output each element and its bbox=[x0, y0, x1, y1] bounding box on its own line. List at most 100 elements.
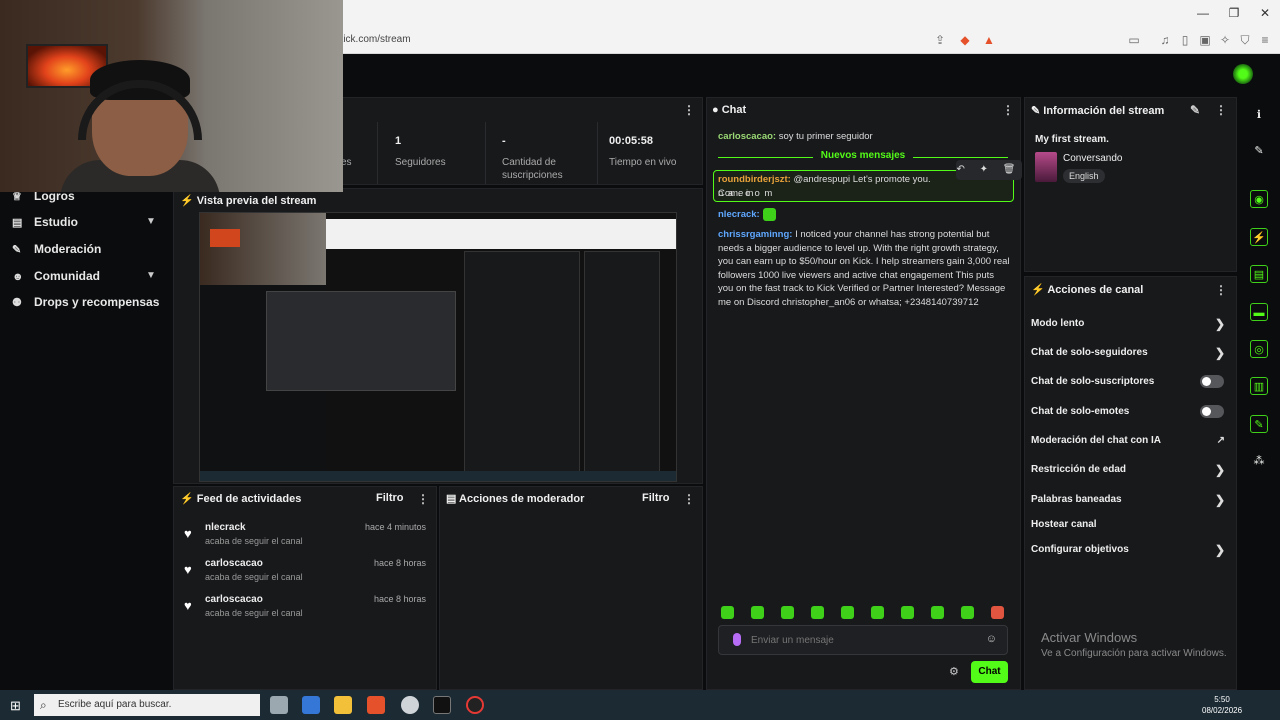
chat-username[interactable]: nlecrack: bbox=[718, 209, 760, 220]
emote-icon[interactable] bbox=[991, 606, 1004, 619]
chat-username[interactable]: chrissrgaminng: bbox=[718, 229, 792, 240]
emote-icon[interactable] bbox=[961, 606, 974, 619]
info-icon[interactable]: ℹ bbox=[1250, 106, 1268, 124]
broadcast-icon[interactable]: ◎ bbox=[1250, 340, 1268, 358]
document-icon[interactable]: ▤ bbox=[1250, 265, 1268, 283]
music-icon[interactable]: ♫ bbox=[1157, 32, 1173, 48]
feed-user[interactable]: nlecrack bbox=[205, 522, 246, 533]
brave-icon[interactable] bbox=[367, 696, 385, 714]
heart-icon: ♥ bbox=[184, 562, 192, 577]
sidebar-item-estudio[interactable]: ▤ Estudio bbox=[12, 212, 78, 232]
channel-actions-menu-icon[interactable]: ⋮ bbox=[1215, 284, 1227, 296]
chat-menu-icon[interactable]: ⋮ bbox=[1002, 104, 1014, 116]
leo-icon[interactable]: ✧ bbox=[1217, 32, 1233, 48]
chat-input-box[interactable]: ☺ bbox=[718, 625, 1008, 655]
clock-date: 08/02/2026 bbox=[1202, 706, 1243, 715]
share-icon[interactable]: ⇪ bbox=[932, 32, 948, 48]
close-button[interactable]: ✕ bbox=[1250, 4, 1280, 22]
lightning-icon[interactable]: ⚡ bbox=[1250, 228, 1268, 246]
subs-only-toggle[interactable] bbox=[1200, 375, 1224, 388]
emote-icon[interactable] bbox=[871, 606, 884, 619]
sidebar-item-comunidad[interactable]: ☻ Comunidad bbox=[12, 266, 100, 286]
action-slow-mode[interactable]: Modo lento ❯ bbox=[1031, 316, 1231, 332]
task-view-icon[interactable] bbox=[270, 696, 288, 714]
camera-icon[interactable]: ◉ bbox=[1250, 190, 1268, 208]
obs-icon[interactable] bbox=[466, 696, 484, 714]
reader-icon[interactable]: ▭ bbox=[1126, 32, 1142, 48]
divider bbox=[597, 122, 598, 184]
taskbar-search[interactable]: Escribe aquí para buscar. bbox=[34, 694, 260, 716]
action-ai-moderation[interactable]: Moderación del chat con IA ↗ bbox=[1031, 433, 1231, 449]
message-tools[interactable]: ↶ ✦ 🗑 bbox=[956, 160, 1022, 180]
category-name[interactable]: Conversando bbox=[1063, 153, 1122, 164]
stats-menu-icon[interactable]: ⋮ bbox=[683, 104, 695, 116]
chevron-down-icon[interactable]: ▼ bbox=[146, 216, 156, 227]
windows-start-icon[interactable]: ⊞ bbox=[10, 698, 21, 714]
emote-icon[interactable] bbox=[721, 606, 734, 619]
stream-info-menu-icon[interactable]: ⋮ bbox=[1215, 104, 1227, 116]
studio-icon: ▤ bbox=[12, 217, 23, 229]
divider bbox=[377, 122, 378, 184]
mod-menu-icon[interactable]: ⋮ bbox=[683, 493, 695, 505]
edit-icon[interactable]: ✎ bbox=[1250, 142, 1268, 160]
address-bar[interactable]: d.kick.com/stream bbox=[330, 30, 1010, 50]
feed-action: acaba de seguir el canal bbox=[205, 536, 303, 546]
feed-time: hace 8 horas bbox=[373, 594, 426, 604]
minimize-button[interactable]: — bbox=[1188, 4, 1218, 22]
settings-app-icon[interactable] bbox=[401, 696, 419, 714]
game-app-icon[interactable] bbox=[433, 696, 451, 714]
category-thumbnail[interactable] bbox=[1035, 152, 1057, 182]
avatar[interactable] bbox=[1233, 64, 1253, 84]
feed-menu-icon[interactable]: ⋮ bbox=[417, 493, 429, 505]
action-label: Chat de solo-suscriptores bbox=[1031, 376, 1155, 387]
action-goals[interactable]: Configurar objetivos ❯ bbox=[1031, 542, 1231, 558]
gear-icon[interactable]: ⚙ bbox=[949, 665, 959, 678]
community-icon[interactable]: ⁂ bbox=[1250, 452, 1268, 470]
chat-text: I noticed your channel has strong potent… bbox=[718, 229, 1010, 308]
chat-username[interactable]: carloscacao: bbox=[718, 131, 776, 142]
chat-bubble-icon[interactable]: ▬ bbox=[1250, 303, 1268, 321]
maximize-button[interactable]: ❐ bbox=[1219, 4, 1249, 22]
brave-shield-icon[interactable]: ◆ bbox=[957, 32, 973, 48]
action-age-restriction[interactable]: Restricción de edad ❯ bbox=[1031, 462, 1231, 478]
pencil-icon[interactable]: ✎ bbox=[1190, 104, 1200, 116]
file-explorer-icon[interactable] bbox=[334, 696, 352, 714]
vpn-icon[interactable]: ⛉ bbox=[1237, 32, 1253, 48]
channel-actions-panel bbox=[1024, 276, 1237, 690]
action-banned-words[interactable]: Palabras baneadas ❯ bbox=[1031, 492, 1231, 508]
chat-send-button[interactable]: Chat bbox=[971, 661, 1008, 683]
chevron-down-icon[interactable]: ▼ bbox=[146, 270, 156, 281]
taskbar-clock[interactable]: 5:50 08/02/2026 bbox=[1202, 694, 1242, 716]
edge-icon[interactable] bbox=[302, 696, 320, 714]
emote-icon[interactable] bbox=[901, 606, 914, 619]
mod-filter-button[interactable]: Filtro bbox=[642, 492, 670, 504]
emote-icon[interactable] bbox=[781, 606, 794, 619]
stream-preview-video[interactable] bbox=[199, 212, 677, 482]
sidebar-toggle-icon[interactable]: ▯ bbox=[1177, 32, 1193, 48]
windows-taskbar: ⊞ Escribe aquí para buscar. bbox=[0, 690, 1280, 720]
list-item: ♥ carloscacao acaba de seguir el canal h… bbox=[184, 594, 434, 626]
wallet-icon[interactable]: ▣ bbox=[1197, 32, 1213, 48]
preview-title: ⚡ Vista previa del stream bbox=[180, 195, 317, 207]
chat-username[interactable]: roundbirderjszt: bbox=[718, 174, 791, 185]
chat-input[interactable] bbox=[751, 633, 971, 648]
feed-user[interactable]: carloscacao bbox=[205, 558, 263, 569]
stream-info-panel bbox=[1024, 97, 1237, 272]
layout-icon[interactable]: ▥ bbox=[1250, 377, 1268, 395]
emote-icon[interactable] bbox=[931, 606, 944, 619]
feed-user[interactable]: carloscacao bbox=[205, 594, 263, 605]
emotes-only-toggle[interactable] bbox=[1200, 405, 1224, 418]
sidebar-item-moderacion[interactable]: ✎ Moderación bbox=[12, 239, 101, 259]
menu-icon[interactable]: ≡ bbox=[1257, 32, 1273, 48]
emote-icon[interactable] bbox=[811, 606, 824, 619]
emote-icon[interactable] bbox=[751, 606, 764, 619]
feed-filter-button[interactable]: Filtro bbox=[376, 492, 404, 504]
action-host-channel[interactable]: Hostear canal bbox=[1031, 517, 1231, 533]
brave-rewards-icon[interactable]: ▲ bbox=[981, 32, 997, 48]
microphone-icon[interactable] bbox=[733, 633, 741, 646]
action-followers-only[interactable]: Chat de solo-seguidores ❯ bbox=[1031, 345, 1231, 361]
wrench-icon[interactable]: ✎ bbox=[1250, 415, 1268, 433]
sidebar-item-drops[interactable]: ⚉ Drops y recompensas bbox=[12, 292, 159, 312]
emoji-icon[interactable]: ☺ bbox=[986, 633, 997, 645]
emote-icon[interactable] bbox=[841, 606, 854, 619]
